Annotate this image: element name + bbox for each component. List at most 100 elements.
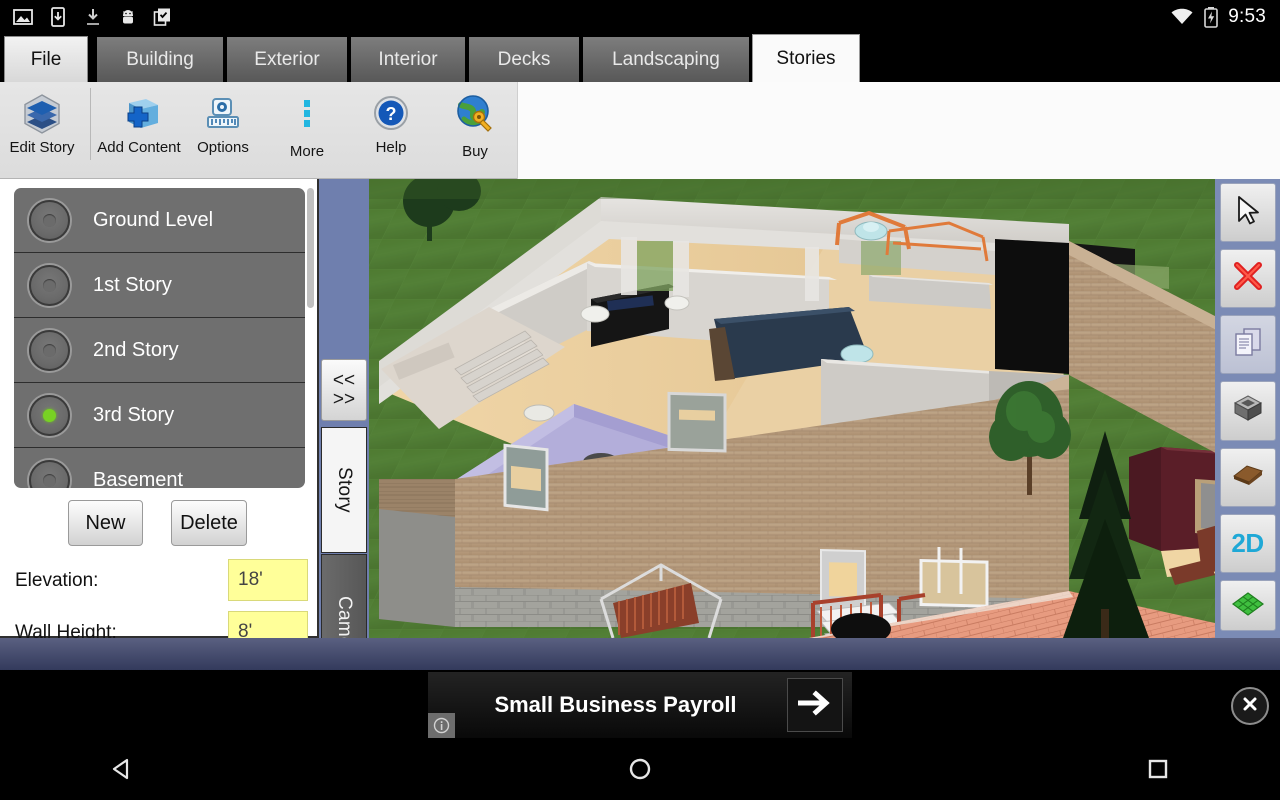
app-window: File Building Exterior Interior Decks La…	[0, 34, 1280, 707]
red-x-icon	[1232, 260, 1264, 297]
close-circle-icon	[1240, 694, 1260, 719]
back-button[interactable]	[100, 749, 144, 793]
android-icon	[117, 6, 139, 28]
ribbon-options-label: Options	[197, 139, 249, 156]
copy-pages-icon	[1232, 326, 1264, 363]
clipboard-check-icon	[152, 6, 174, 28]
select-tool-button[interactable]	[1219, 183, 1276, 243]
arrow-right-icon	[797, 689, 832, 721]
android-status-bar: 9:53	[0, 0, 1280, 34]
ribbon-tab-bar: File Building Exterior Interior Decks La…	[0, 34, 1280, 82]
tab-landscaping[interactable]: Landscaping	[582, 36, 750, 82]
story-label-2nd-story: 2nd Story	[93, 338, 179, 361]
svg-text:?: ?	[386, 104, 397, 124]
collapse-arrows-top: <<	[332, 370, 356, 391]
ad-zone: Small Business Payroll	[0, 670, 1280, 742]
ad-banner[interactable]: Small Business Payroll	[428, 672, 852, 738]
collapse-arrows-bottom: >>	[332, 389, 356, 410]
ribbon-add-content-button[interactable]: Add Content	[97, 82, 181, 174]
story-label-1st-story: 1st Story	[93, 273, 172, 296]
radio-ground-level[interactable]	[29, 199, 70, 241]
story-row-3rd-story[interactable]: 3rd Story	[14, 383, 305, 448]
story-list[interactable]: Ground Level 1st Story 2nd Story 3rd Sto…	[14, 188, 305, 488]
tab-interior[interactable]: Interior	[350, 36, 466, 82]
tab-file[interactable]: File	[4, 36, 88, 82]
story-list-scrollbar[interactable]	[307, 188, 314, 308]
story-panel: Ground Level 1st Story 2nd Story 3rd Sto…	[0, 179, 319, 653]
terrain-tool-button[interactable]	[1219, 579, 1276, 631]
info-icon[interactable]	[428, 713, 455, 738]
ribbon-separator	[90, 88, 91, 160]
radio-3rd-story[interactable]	[29, 394, 70, 436]
tab-bar-filler	[862, 36, 1280, 82]
tab-exterior[interactable]: Exterior	[226, 36, 348, 82]
battery-charging-icon	[1203, 6, 1219, 28]
story-panel-buttons: New Delete	[0, 500, 319, 546]
ribbon-items: Edit Story Add Content Options More ? He…	[0, 82, 517, 179]
ribbon-help-button[interactable]: ? Help	[349, 82, 433, 174]
right-toolbar: 2D	[1215, 179, 1280, 638]
download-to-device-icon	[47, 6, 69, 28]
circle-home-icon	[626, 755, 654, 788]
layers-icon	[19, 88, 65, 140]
story-label-3rd-story: 3rd Story	[93, 403, 175, 426]
ribbon-toolbar: Edit Story Add Content Options More ? He…	[0, 82, 1280, 179]
3d-viewport[interactable]	[369, 179, 1215, 638]
elevation-field-row: Elevation: 18'	[0, 557, 319, 605]
photo-icon	[12, 6, 34, 28]
status-right-icons: 9:53	[1170, 6, 1280, 28]
panel-collapse-button[interactable]: << >>	[321, 359, 367, 421]
story-label-ground-level: Ground Level	[93, 208, 214, 231]
ad-close-button[interactable]	[1231, 687, 1269, 725]
globe-key-icon	[452, 88, 498, 140]
status-notification-icons	[0, 6, 174, 28]
story-row-1st-story[interactable]: 1st Story	[14, 253, 305, 318]
elevation-label: Elevation:	[15, 570, 99, 591]
ribbon-help-label: Help	[375, 139, 407, 156]
radio-basement[interactable]	[29, 460, 70, 488]
elevation-input[interactable]: 18'	[228, 559, 308, 601]
brown-slab-icon	[1231, 462, 1265, 493]
material-tool-button[interactable]	[1219, 447, 1276, 507]
android-nav-bar	[0, 742, 1280, 800]
tab-building[interactable]: Building	[96, 36, 224, 82]
square-recents-icon	[1144, 755, 1172, 788]
bottom-bevel-strip	[0, 638, 1280, 670]
solid-box-tool-button[interactable]	[1219, 381, 1276, 441]
duplicate-tool-button[interactable]	[1219, 315, 1276, 375]
story-row-ground-level[interactable]: Ground Level	[14, 188, 305, 253]
delete-tool-button[interactable]	[1219, 249, 1276, 309]
story-label-basement: Basement	[93, 469, 184, 488]
ribbon-more-label: More	[289, 143, 325, 160]
home-button[interactable]	[618, 749, 662, 793]
new-story-button[interactable]: New	[68, 500, 143, 546]
ad-arrow-button[interactable]	[787, 678, 843, 732]
green-grid-icon	[1230, 588, 1266, 623]
radio-1st-story[interactable]	[29, 264, 70, 306]
vertical-tab-story[interactable]: Story	[321, 427, 367, 553]
download-icon	[82, 6, 104, 28]
ribbon-edit-story-button[interactable]: Edit Story	[0, 82, 84, 174]
delete-story-button[interactable]: Delete	[171, 500, 247, 546]
more-vertical-icon	[284, 88, 330, 140]
recents-button[interactable]	[1136, 749, 1180, 793]
tab-decks[interactable]: Decks	[468, 36, 580, 82]
ribbon-buy-label: Buy	[462, 143, 488, 160]
ribbon-more-button[interactable]: More	[265, 82, 349, 174]
3d-scene	[369, 179, 1215, 638]
status-clock: 9:53	[1228, 6, 1266, 27]
ribbon-options-button[interactable]: Options	[181, 82, 265, 174]
wifi-icon	[1170, 7, 1194, 27]
view-2d-tool-button[interactable]: 2D	[1219, 513, 1276, 573]
cursor-arrow-icon	[1233, 194, 1263, 231]
add-box-icon	[116, 88, 162, 140]
story-row-basement[interactable]: Basement	[14, 448, 305, 488]
ribbon-edit-story-label: Edit Story	[9, 139, 75, 156]
ribbon-buy-button[interactable]: Buy	[433, 82, 517, 174]
tab-stories[interactable]: Stories	[752, 34, 860, 82]
vertical-tab-story-label: Story	[334, 467, 355, 513]
tape-measure-icon	[200, 88, 246, 140]
screen-root: 9:53 File Building Exterior Interior Dec…	[0, 0, 1280, 800]
story-row-2nd-story[interactable]: 2nd Story	[14, 318, 305, 383]
radio-2nd-story[interactable]	[29, 329, 70, 371]
